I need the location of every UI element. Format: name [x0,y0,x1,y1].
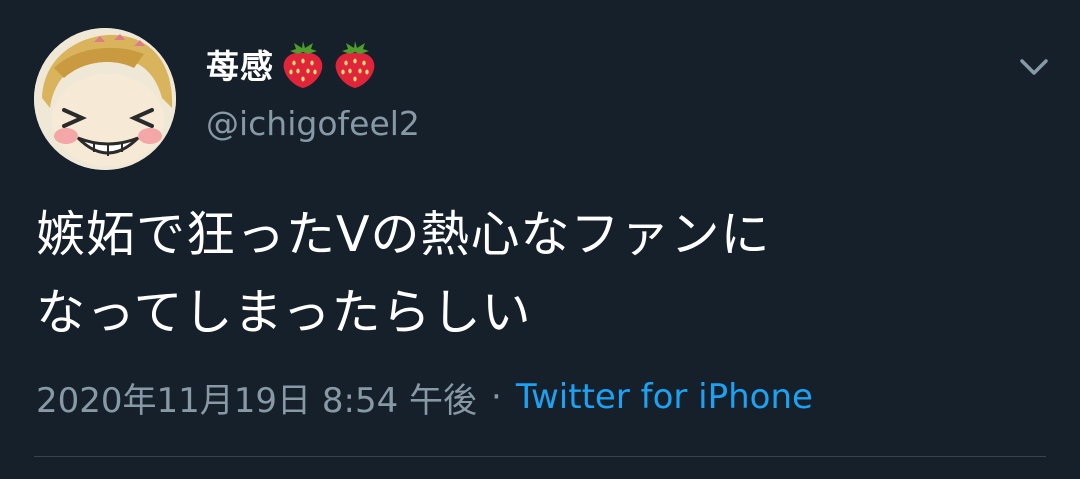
divider [34,456,1046,457]
display-name-row[interactable]: 苺感 [206,36,378,92]
chevron-down-icon[interactable] [1016,52,1052,82]
display-name[interactable]: 苺感 [206,40,274,88]
strawberry-icon [280,39,326,89]
tweet-meta: 2020年11月19日 8:54 午後 · Twitter for iPhone [36,372,813,422]
tweet-source-link[interactable]: Twitter for iPhone [516,377,813,417]
strawberry-icon [332,39,378,89]
user-handle[interactable]: @ichigofeel2 [206,104,420,143]
tweet-text-line: 嫉妬で狂ったVの熱心なファンに [36,206,771,263]
meta-separator: · [491,377,502,417]
tweet-text: 嫉妬で狂ったVの熱心なファンに なってしまったらしい [36,196,1046,352]
avatar[interactable] [34,28,176,170]
tweet-timestamp[interactable]: 2020年11月19日 8:54 午後 [36,373,477,422]
tweet-text-line: なってしまったらしい [36,284,532,341]
avatar-image [34,28,176,170]
